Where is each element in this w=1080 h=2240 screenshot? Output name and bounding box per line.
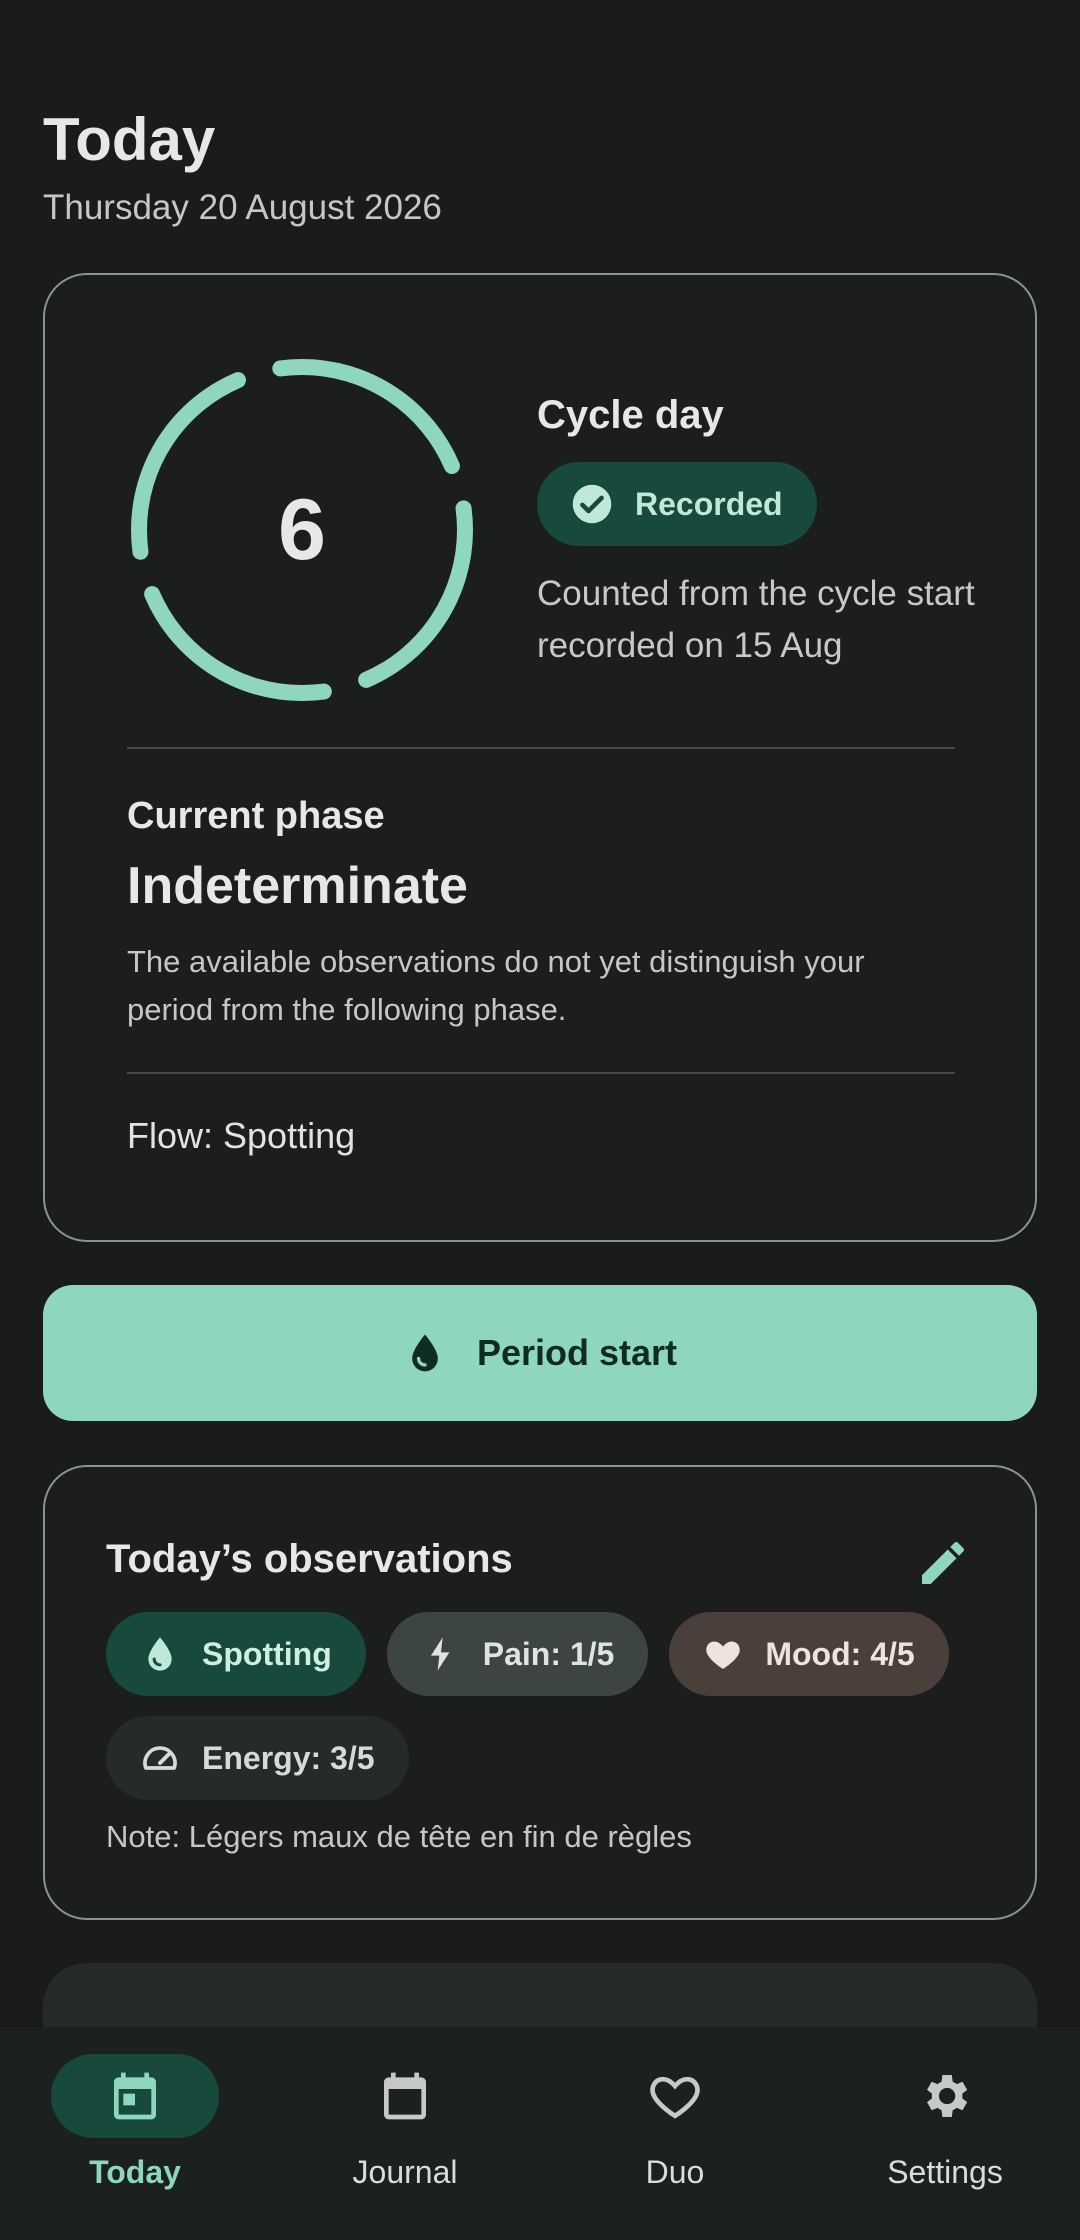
observation-chips: Spotting Pain: 1/5 Mood: 4/5 Energy: 3/5 xyxy=(106,1612,986,1800)
mood-chip[interactable]: Mood: 4/5 xyxy=(669,1612,949,1696)
divider xyxy=(127,747,955,749)
observation-note: Note: Légers maux de tête en fin de règl… xyxy=(106,1819,692,1854)
nav-label-settings: Settings xyxy=(887,2154,1003,2190)
phase-value: Indeterminate xyxy=(127,857,468,915)
phase-label: Current phase xyxy=(127,795,385,837)
pain-chip[interactable]: Pain: 1/5 xyxy=(386,1612,649,1696)
page-title: Today xyxy=(43,106,216,173)
energy-chip[interactable]: Energy: 3/5 xyxy=(106,1716,409,1800)
cycle-description: Counted from the cycle start recorded on… xyxy=(537,574,975,665)
period-start-button[interactable]: Period start xyxy=(43,1285,1037,1421)
drop-icon xyxy=(148,1637,172,1671)
nav-label-duo: Duo xyxy=(645,2154,705,2190)
flow-status: Flow: Spotting xyxy=(127,1115,356,1156)
cycle-day-number: 6 xyxy=(278,481,326,578)
gauge-icon xyxy=(143,1746,177,1770)
check-circle-icon xyxy=(572,484,612,524)
divider xyxy=(127,1072,955,1074)
bolt-icon xyxy=(430,1637,450,1671)
phase-description: The available observations do not yet di… xyxy=(127,944,865,1027)
current-date: Thursday 20 August 2026 xyxy=(43,188,442,227)
pain-chip-label: Pain: 1/5 xyxy=(482,1635,615,1672)
nav-pill-duo xyxy=(591,2054,759,2138)
nav-pill-journal xyxy=(321,2054,489,2138)
edit-icon[interactable] xyxy=(915,1535,971,1591)
nav-pill-settings xyxy=(861,2054,1029,2138)
nav-item-duo[interactable]: Duo xyxy=(540,2027,810,2240)
recorded-status-label: Recorded xyxy=(635,485,783,522)
heart-icon xyxy=(706,1641,741,1669)
gear-icon xyxy=(927,2075,968,2117)
period-start-label: Period start xyxy=(476,1332,678,1373)
nav-label-journal: Journal xyxy=(352,2154,458,2190)
drop-icon xyxy=(412,1334,438,1372)
cycle-card: 6 Cycle day Recorded Counted from the cy… xyxy=(43,273,1037,1242)
flow-chip[interactable]: Spotting xyxy=(106,1612,366,1696)
phase-block: Current phase Indeterminate The availabl… xyxy=(127,795,955,1034)
mood-chip-label: Mood: 4/5 xyxy=(765,1635,915,1672)
flow-chip-label: Spotting xyxy=(202,1635,332,1672)
nav-item-settings[interactable]: Settings xyxy=(810,2027,1080,2240)
observations-title: Today’s observations xyxy=(106,1537,513,1581)
nav-pill-today xyxy=(51,2054,219,2138)
calendar-today-icon xyxy=(114,2072,156,2120)
nav-label-today: Today xyxy=(89,2154,181,2190)
heart-outline-icon xyxy=(650,2076,700,2119)
nav-item-journal[interactable]: Journal xyxy=(270,2027,540,2240)
calendar-icon xyxy=(384,2072,426,2120)
energy-chip-label: Energy: 3/5 xyxy=(202,1739,375,1776)
bottom-navigation: Today Journal Duo Settings xyxy=(0,2027,1080,2240)
cycle-info: Cycle day Recorded Counted from the cycl… xyxy=(537,393,997,672)
nav-item-today[interactable]: Today xyxy=(0,2027,270,2240)
cycle-day-label: Cycle day xyxy=(537,393,724,437)
page-header: Today Thursday 20 August 2026 xyxy=(43,104,442,228)
recorded-status-chip: Recorded xyxy=(537,462,817,546)
observations-card: Today’s observations Spotting Pain: 1/5 … xyxy=(43,1465,1037,1920)
